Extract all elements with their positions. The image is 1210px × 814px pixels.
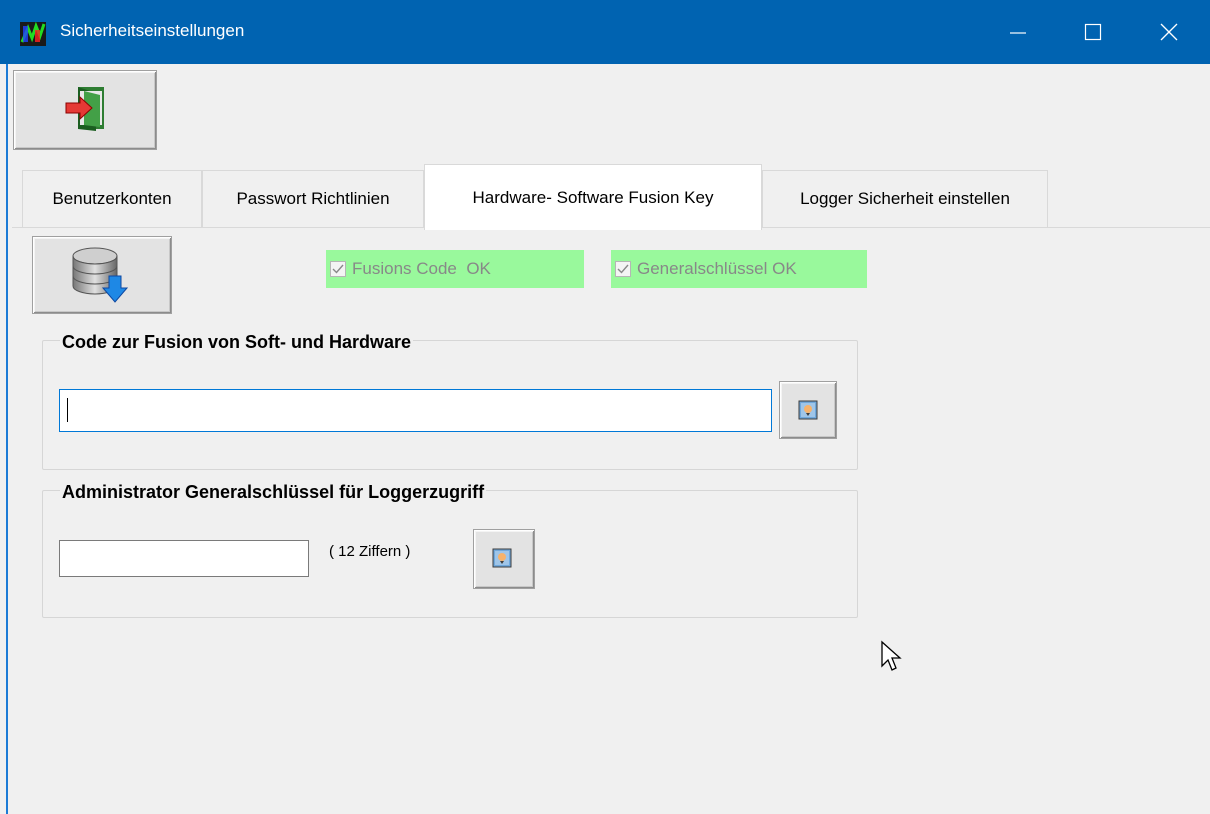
master-key-status: Generalschlüssel OK — [611, 250, 867, 288]
checkmark-icon — [332, 264, 344, 274]
fusion-code-group-title: Code zur Fusion von Soft- und Hardware — [60, 332, 414, 353]
image-icon — [798, 400, 818, 420]
admin-key-apply-button[interactable] — [473, 529, 535, 589]
fusion-code-apply-button[interactable] — [779, 381, 837, 439]
fusion-code-group: Code zur Fusion von Soft- und Hardware — [42, 332, 858, 470]
fusion-code-checkbox — [330, 261, 346, 277]
fusion-code-label: Fusions Code OK — [352, 259, 491, 278]
minimize-icon — [1010, 32, 1026, 34]
text-caret — [67, 398, 68, 422]
fusion-code-status: Fusions Code OK — [326, 250, 584, 288]
exit-door-icon — [65, 87, 104, 131]
tab-passwort-richtlinien[interactable]: Passwort Richtlinien — [202, 170, 424, 227]
title-bar: Sicherheitseinstellungen — [0, 0, 1210, 64]
admin-key-hint: ( 12 Ziffern ) — [329, 543, 411, 560]
window-title: Sicherheitseinstellungen — [60, 21, 245, 40]
admin-key-group-title: Administrator Generalschlüssel für Logge… — [60, 482, 487, 503]
tab-benutzerkonten[interactable]: Benutzerkonten — [22, 170, 202, 227]
window-client-area: Benutzerkonten Passwort Richtlinien Hard… — [8, 64, 1210, 814]
maximize-button[interactable] — [1058, 0, 1128, 64]
mouse-cursor-icon — [880, 640, 904, 679]
tab-logger-sicherheit[interactable]: Logger Sicherheit einstellen — [762, 170, 1048, 227]
maximize-icon — [1084, 23, 1102, 41]
close-button[interactable] — [1134, 0, 1204, 64]
close-icon — [1160, 23, 1178, 41]
master-key-label: Generalschlüssel OK — [637, 259, 797, 278]
master-key-checkbox — [615, 261, 631, 277]
database-download-icon — [72, 247, 129, 303]
tab-fusion-key[interactable]: Hardware- Software Fusion Key — [424, 164, 762, 230]
checkmark-icon — [617, 264, 629, 274]
fusion-code-input[interactable] — [59, 389, 772, 432]
database-save-button[interactable] — [32, 236, 172, 314]
admin-key-input[interactable] — [59, 540, 309, 577]
app-icon — [20, 21, 46, 46]
image-icon — [492, 548, 512, 568]
minimize-button[interactable] — [983, 0, 1053, 64]
tab-strip: Benutzerkonten Passwort Richtlinien Hard… — [12, 164, 1210, 230]
admin-key-group: Administrator Generalschlüssel für Logge… — [42, 482, 858, 618]
exit-button[interactable] — [13, 70, 157, 150]
